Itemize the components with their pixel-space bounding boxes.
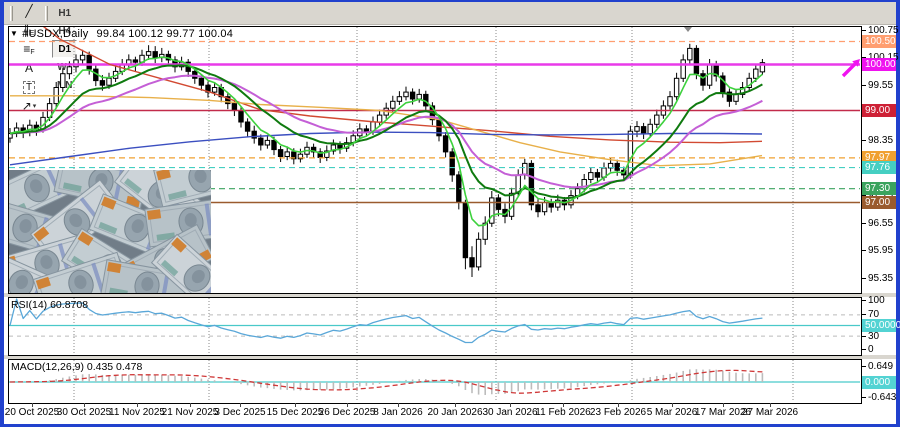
date-tick [32, 403, 33, 407]
date-tick [137, 403, 138, 407]
trendline-tool[interactable]: ╱ [17, 2, 41, 21]
date-tick [295, 403, 296, 407]
date-label: 11 Nov 2025 [109, 407, 165, 418]
rsi-tag-50: 50.0000 [862, 319, 896, 332]
date-label: 26 Dec 2025 [319, 407, 376, 418]
date-label: 8 Jan 2026 [373, 407, 423, 418]
price-tick-95.35: 95.35 [868, 273, 893, 284]
price-tick-95.95: 95.95 [868, 245, 893, 256]
date-label: 5 Mar 2026 [647, 407, 698, 418]
date-label: 11 Feb 2026 [535, 407, 590, 418]
date-tick [240, 403, 241, 407]
date-label: 23 Feb 2026 [590, 407, 646, 418]
date-tick [398, 403, 399, 407]
date-tick [347, 403, 348, 407]
date-tick [723, 403, 724, 407]
price-tag-99.00: 99.00 [862, 104, 896, 117]
date-label: 20 Oct 2025 [5, 407, 59, 418]
date-label: 20 Jan 2026 [427, 407, 482, 418]
date-label: 27 Mar 2026 [742, 407, 798, 418]
trendline-icon: ╱ [25, 5, 32, 17]
price-tick-98.35: 98.35 [868, 135, 893, 146]
date-tick [455, 403, 456, 407]
price-tick-96.55: 96.55 [868, 218, 893, 229]
price-tick-100.75: 100.75 [868, 25, 899, 36]
rsi-panel[interactable] [8, 297, 862, 355]
toolbar-grip[interactable] [10, 6, 13, 21]
macd-tag-0: 0.000 [862, 376, 896, 389]
date-tick [618, 403, 619, 407]
date-tick [672, 403, 673, 407]
date-label: 30 Oct 2025 [57, 407, 111, 418]
timeframe-H1[interactable]: H1 [52, 4, 77, 22]
rsi-tick-0: 0 [868, 344, 874, 355]
main-chart-area[interactable] [8, 26, 862, 293]
trading-terminal-window: ↖┼│─╱∥E≡FAT↗▾ M1M5M15M30H1H4D1W1MN ▼#USD… [0, 0, 900, 427]
date-tick [190, 403, 191, 407]
macd-tick-low: -0.643 [868, 392, 896, 403]
price-tag-100.00: 100.00 [862, 58, 896, 71]
price-tag-97.00: 97.00 [862, 196, 896, 209]
macd-panel[interactable] [8, 359, 862, 403]
price-tag-97.30: 97.30 [862, 182, 896, 195]
macd-tick-high: 0.649 [868, 361, 893, 372]
date-label: 30 Jan 2026 [482, 407, 537, 418]
date-tick [770, 403, 771, 407]
toolbar-grip-2[interactable] [45, 6, 48, 21]
rsi-tick-30: 30 [868, 331, 879, 342]
rsi-tick-100: 100 [868, 295, 885, 306]
price-tag-97.76: 97.76 [862, 161, 896, 174]
date-tick [510, 403, 511, 407]
date-label: 15 Dec 2025 [267, 407, 324, 418]
date-tick [563, 403, 564, 407]
date-tick [84, 403, 85, 407]
date-label: 21 Nov 2025 [162, 407, 219, 418]
toolbar: ↖┼│─╱∥E≡FAT↗▾ M1M5M15M30H1H4D1W1MN [4, 2, 896, 25]
price-tick-99.55: 99.55 [868, 80, 893, 91]
price-tag-100.50: 100.50 [862, 35, 896, 48]
date-label: 3 Dec 2025 [214, 407, 265, 418]
